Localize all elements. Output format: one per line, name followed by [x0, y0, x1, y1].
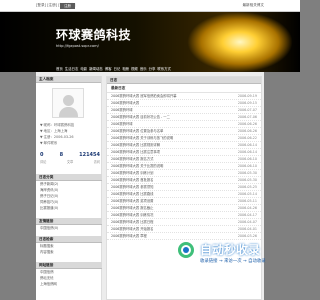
- post-row[interactable]: 2006赛鸽环球大赛 比赛路线 2006-05-14: [107, 191, 261, 198]
- post-row[interactable]: 2006赛鸽环球大赛 关于训练与放飞的说明 2006-06-22: [107, 135, 261, 142]
- post-date: 2006-06-10: [237, 164, 257, 168]
- watermark-dot-icon: [183, 247, 189, 253]
- site-links-section: 网站链接 中国信鸽 鸽坛无忧 上海信鸽网: [36, 262, 102, 287]
- post-date: 2006-06-26: [237, 129, 257, 133]
- post-date: 2006-04-26: [237, 206, 257, 210]
- post-date: 2006-09-15: [237, 101, 257, 105]
- post-date: 2006-06-10: [237, 157, 257, 161]
- post-row[interactable]: 2006赛鸽环球大赛 参赛须知 2006-05-25: [107, 184, 261, 191]
- post-title[interactable]: 2006赛鸽环球大赛 首批报名: [111, 177, 221, 184]
- blog-header: 日志: [107, 77, 261, 84]
- post-row[interactable]: 2006赛鸽环球大赛 冠军信鸽拍卖会即将开幕 2006-09-19: [107, 93, 261, 100]
- friend-link[interactable]: 中国信鸽(0): [36, 225, 102, 231]
- site-link[interactable]: 上海信鸽网: [36, 281, 102, 287]
- category-header: 日志分类: [36, 174, 102, 181]
- top-bar: [登录] [注册] [帮助文档] 注册 最新相关博文: [0, 0, 300, 12]
- post-row[interactable]: 2006赛鸽环球大赛 报名方式 2006-06-10: [107, 156, 261, 163]
- post-date: 2006-05-11: [237, 199, 257, 203]
- post-date: 2006-04-17: [237, 213, 257, 217]
- post-date: 2006-06-22: [237, 136, 257, 140]
- visit-label: 访问: [93, 160, 100, 164]
- post-row[interactable]: 2006赛鸽环球 2006-07-07: [107, 107, 261, 114]
- post-title[interactable]: 2006赛鸽环球大赛 比赛日程: [111, 219, 221, 226]
- latest-posts-header: 最新日志: [107, 84, 261, 93]
- post-title[interactable]: 2006赛鸽环球: [111, 107, 221, 114]
- post-title[interactable]: 2006赛鸽环球大赛 报名方式: [111, 156, 221, 163]
- post-row[interactable]: 2006赛鸽环球大赛 报名截止 2006-04-26: [107, 205, 261, 212]
- post-list: 2006赛鸽环球大赛 冠军信鸽拍卖会即将开幕 2006-09-19 2006赛鸽环球…: [107, 93, 261, 240]
- post-date: 2006-05-30: [237, 171, 257, 175]
- post-row[interactable]: 2006赛鸽环球大赛 训练计划 2006-05-30: [107, 170, 261, 177]
- category-item[interactable]: 比赛报道(0): [36, 205, 102, 211]
- post-date: 2006-04-01: [237, 227, 257, 231]
- post-row[interactable]: 2006赛鸽环球大赛 位置及参与名单 2006-06-26: [107, 128, 261, 135]
- site-links-header: 网站链接: [36, 262, 102, 269]
- article-count: 8: [59, 152, 64, 158]
- post-row[interactable]: 2006赛鸽环球大赛 奖项设置 2006-05-11: [107, 198, 261, 205]
- post-row[interactable]: 2006赛鸽环球 2006-06-26: [107, 121, 261, 128]
- site-title[interactable]: 环球赛鸽科技: [56, 26, 131, 43]
- post-row[interactable]: 2006赛鸽环球大赛 首批报名 2006-05-30: [107, 177, 261, 184]
- register-button[interactable]: 注册: [60, 2, 75, 9]
- email-link[interactable]: ▼ 邮件联系: [40, 140, 100, 146]
- post-title[interactable]: 2006赛鸽环球大赛 目前状况公告 - 一二: [111, 114, 221, 121]
- watermark-subtext: 收录链接 → 来访一次 → 自动收录: [200, 259, 266, 264]
- post-row[interactable]: 2006赛鸽环球大赛 比赛规则详解 2006-06-14: [107, 142, 261, 149]
- post-title[interactable]: 2006赛鸽环球大赛 奖项设置: [111, 198, 221, 205]
- content-search-link[interactable]: 内容搜索: [36, 249, 102, 255]
- post-date: 2006-06-26: [237, 122, 257, 126]
- post-title[interactable]: 2006赛鸽环球大赛: [111, 100, 221, 107]
- post-date: 2006-07-06: [237, 115, 257, 119]
- profile-stats: 0 8 121454 评论 文章 访问: [40, 152, 100, 164]
- watermark-text: 自动秒收录: [200, 243, 261, 257]
- post-title[interactable]: 2006赛鸽环球大赛 参赛须知: [111, 184, 221, 191]
- category-section: 日志分类 鸽子新闻(2) 海岸资讯(0) 鸽子日记(0) 饲养技巧(0) 比赛报…: [36, 174, 102, 211]
- post-title[interactable]: 2006赛鸽环球: [111, 121, 221, 128]
- post-title[interactable]: 2006赛鸽环球大赛 冠军信鸽拍卖会即将开幕: [111, 93, 221, 100]
- post-date: 2006-09-19: [237, 94, 257, 98]
- post-row[interactable]: 2006赛鸽环球大赛 开始报名 2006-04-01: [107, 226, 261, 233]
- links-header: 友情链接: [36, 218, 102, 225]
- visit-count: 121454: [79, 152, 100, 158]
- post-date: 2006-05-30: [237, 178, 257, 182]
- post-row[interactable]: 2006赛鸽环球大赛 比赛注意事项 2006-06-14: [107, 149, 261, 156]
- sidebar: 主人档案 ▼ 昵称：环球赛鸽科技 ▼ 地区：上海上海 ▼ 注册：2006-03-…: [36, 76, 102, 300]
- search-section: 日志检索 标题搜索 内容搜索: [36, 236, 102, 255]
- post-title[interactable]: 2006赛鸽环球大赛 比赛规则详解: [111, 142, 221, 149]
- post-date: 2006-06-14: [237, 143, 257, 147]
- post-date: 2006-05-14: [237, 192, 257, 196]
- post-title[interactable]: 2006赛鸽环球大赛 关于训练与放飞的说明: [111, 135, 221, 142]
- post-date: 2006-06-14: [237, 150, 257, 154]
- post-title[interactable]: 2006赛鸽环球大赛 开始报名: [111, 226, 221, 233]
- post-title[interactable]: 2006赛鸽环球大赛 报名截止: [111, 205, 221, 212]
- post-date: 2006-04-07: [237, 220, 257, 224]
- avatar-body-icon: [59, 107, 78, 117]
- links-section: 友情链接 中国信鸽(0): [36, 218, 102, 231]
- post-row[interactable]: 2006赛鸽环球大赛 2006-09-15: [107, 100, 261, 107]
- post-date: 2006-05-25: [237, 185, 257, 189]
- article-label: 文章: [66, 160, 74, 164]
- search-header: 日志检索: [36, 236, 102, 243]
- post-title[interactable]: 2006赛鸽环球大赛 位置及参与名单: [111, 128, 221, 135]
- post-row[interactable]: 2006赛鸽环球大赛 目前状况公告 - 一二 2006-07-06: [107, 114, 261, 121]
- recent-posts-link[interactable]: 最新相关博文: [242, 3, 264, 8]
- post-row[interactable]: 2006赛鸽环球大赛 训练情况 2006-04-17: [107, 212, 261, 219]
- post-title[interactable]: 2006赛鸽环球大赛 比赛路线: [111, 191, 221, 198]
- header-banner: 环球赛鸽科技 http://fgzpost.sopr.com/ 首页 生活日志 …: [0, 12, 300, 72]
- post-row[interactable]: 2006赛鸽环球大赛 比赛日程 2006-04-07: [107, 219, 261, 226]
- comment-count: 0: [40, 152, 44, 158]
- profile-header: 主人档案: [36, 76, 101, 83]
- avatar-head-icon: [63, 95, 74, 106]
- post-title[interactable]: 2006赛鸽环球大赛 比赛注意事项: [111, 149, 221, 156]
- watermark: 自动秒收录 收录链接 → 来访一次 → 自动收录: [176, 238, 300, 276]
- post-title[interactable]: 2006赛鸽环球大赛 训练计划: [111, 170, 221, 177]
- post-title[interactable]: 2006赛鸽环球大赛 关于比赛的说明: [111, 163, 221, 170]
- comment-label: 评论: [40, 160, 47, 164]
- post-title[interactable]: 2006赛鸽环球大赛 训练情况: [111, 212, 221, 219]
- post-row[interactable]: 2006赛鸽环球大赛 关于比赛的说明 2006-06-10: [107, 163, 261, 170]
- profile-info: ▼ 昵称：环球赛鸽科技 ▼ 地区：上海上海 ▼ 注册：2006-03-26 ▼ …: [40, 122, 100, 146]
- post-date: 2006-07-07: [237, 108, 257, 112]
- site-url[interactable]: http://fgzpost.sopr.com/: [56, 44, 99, 48]
- avatar[interactable]: [52, 88, 84, 118]
